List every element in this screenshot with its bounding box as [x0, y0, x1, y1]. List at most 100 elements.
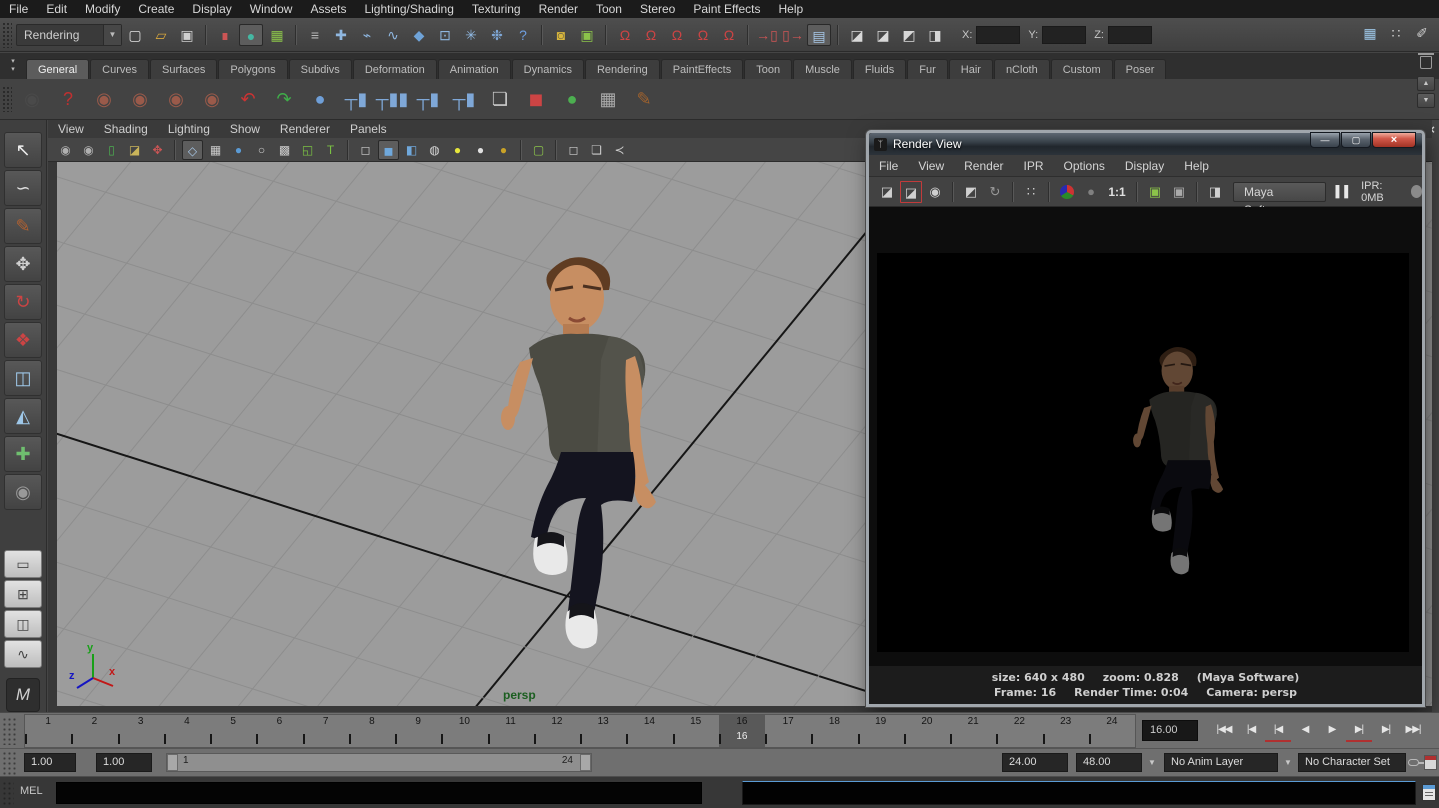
single-pane-layout-button[interactable]: ▭	[4, 550, 42, 578]
command-language-label[interactable]: MEL	[20, 785, 43, 797]
x-coord-field[interactable]	[976, 26, 1020, 44]
renderer-selector[interactable]: Maya Software	[1233, 182, 1326, 202]
frame-cell-24[interactable]: 24	[1089, 715, 1135, 747]
alpha-channel-icon[interactable]: ●	[1080, 181, 1102, 203]
viewport-menu-shading[interactable]: Shading	[94, 120, 158, 138]
resolution-gate-icon[interactable]: ●	[228, 140, 249, 160]
camera-orbit-icon[interactable]: ◉	[87, 83, 121, 116]
rotate-tool[interactable]: ↻	[4, 284, 42, 320]
shelf-tab-animation[interactable]: Animation	[438, 59, 511, 79]
keep-image-icon[interactable]: ▣	[1144, 181, 1166, 203]
ipr-render-icon[interactable]: ◩	[897, 24, 921, 46]
set-key-icon[interactable]	[1408, 759, 1419, 766]
animation-start-field[interactable]: 1.00	[24, 753, 76, 772]
step-back-frame-button[interactable]: |◀	[1238, 718, 1264, 742]
gate-mask-icon[interactable]: ○	[251, 140, 272, 160]
shelf-tab-poser[interactable]: Poser	[1114, 59, 1167, 79]
open-render-settings-icon[interactable]: ◨	[1204, 181, 1226, 203]
character-set-field[interactable]: No Character Set	[1298, 753, 1406, 772]
step-back-key-button[interactable]: |◀	[1265, 718, 1291, 742]
command-grip-handle[interactable]	[2, 781, 14, 805]
render-current-frame-icon[interactable]: ◪	[871, 24, 895, 46]
maya-logo-button[interactable]: M	[6, 678, 40, 712]
minimize-button[interactable]: —	[1310, 132, 1340, 148]
y-coord-field[interactable]	[1042, 26, 1086, 44]
highlight-selection-icon[interactable]: ▣	[575, 24, 599, 46]
new-scene-icon[interactable]: ▢	[123, 24, 147, 46]
snap-magnet-curve-icon[interactable]: Ω	[639, 24, 663, 46]
all-lights-icon[interactable]: ●	[493, 140, 514, 160]
frame-cell-10[interactable]: 10	[441, 715, 487, 747]
onion-skin-icon[interactable]: ❏	[586, 140, 607, 160]
frame-ruler[interactable]: 1234567891011121314151616171819202122232…	[24, 714, 1136, 748]
snap-to-point-icon[interactable]: ⌁	[355, 24, 379, 46]
film-gate-icon[interactable]: ▦	[205, 140, 226, 160]
frame-cell-12[interactable]: 12	[534, 715, 580, 747]
construction-history-icon[interactable]: ▤	[807, 24, 831, 46]
frame-cell-23[interactable]: 23	[1043, 715, 1089, 747]
frame-cell-16[interactable]: 1616	[719, 715, 765, 747]
menu-display[interactable]: Display	[183, 0, 240, 18]
textured-display-icon[interactable]: ◍	[424, 140, 445, 160]
camera-zoom-icon[interactable]: ◉	[195, 83, 229, 116]
menu-file[interactable]: File	[0, 0, 37, 18]
render-view-menu-view[interactable]: View	[908, 155, 954, 176]
flat-lighting-icon[interactable]: ●	[470, 140, 491, 160]
default-lighting-icon[interactable]: ●	[447, 140, 468, 160]
select-object-mask-icon[interactable]: ●	[239, 24, 263, 46]
soft-select-icon[interactable]: ❉	[485, 24, 509, 46]
help-line-icon[interactable]: ?	[511, 24, 535, 46]
animation-end-field[interactable]: 48.00	[1076, 753, 1142, 772]
menu-stereo[interactable]: Stereo	[631, 0, 684, 18]
show-manipulator-tool[interactable]: ✚	[4, 436, 42, 472]
z-coord-field[interactable]	[1108, 26, 1152, 44]
menu-assets[interactable]: Assets	[301, 0, 355, 18]
step-forward-frame-button[interactable]: ▶|	[1373, 718, 1399, 742]
frame-cell-21[interactable]: 21	[950, 715, 996, 747]
attribute-spreadsheet-icon[interactable]: ▦	[1358, 22, 1382, 44]
smooth-shade-icon[interactable]: ◼	[378, 140, 399, 160]
frame-cell-14[interactable]: 14	[626, 715, 672, 747]
safe-action-icon[interactable]: ◱	[297, 140, 318, 160]
hypergraph-persp-layout-button[interactable]: ∿	[4, 640, 42, 668]
menu-render[interactable]: Render	[530, 0, 587, 18]
inputs-to-selected-icon[interactable]: →▯	[755, 24, 779, 46]
frame-cell-19[interactable]: 19	[858, 715, 904, 747]
shelf-tab-rendering[interactable]: Rendering	[585, 59, 660, 79]
range-start-handle[interactable]	[167, 754, 178, 771]
frame-cell-6[interactable]: 6	[256, 715, 302, 747]
undo-icon[interactable]: ↶	[231, 83, 265, 116]
snap-to-grid-icon[interactable]: ✚	[329, 24, 353, 46]
outliner-persp-layout-button[interactable]: ◫	[4, 610, 42, 638]
pause-ipr-button[interactable]: ▌▌	[1336, 186, 1354, 198]
outputs-from-selected-icon[interactable]: ▯→	[781, 24, 805, 46]
anim-layer-field[interactable]: No Anim Layer	[1164, 753, 1278, 772]
render-region-icon[interactable]: ∷	[1020, 181, 1042, 203]
redo-previous-render-icon[interactable]: ◪	[876, 181, 898, 203]
chevron-down-icon[interactable]: ▼	[1148, 758, 1156, 767]
shelf-tab-fur[interactable]: Fur	[907, 59, 948, 79]
grid-toggle-icon[interactable]: ◇	[182, 140, 203, 160]
create-set-icon[interactable]: ┬▮	[339, 83, 373, 116]
frame-cell-13[interactable]: 13	[580, 715, 626, 747]
shelf-tab-hair[interactable]: Hair	[949, 59, 993, 79]
ipr-render-icon[interactable]: ◩	[960, 181, 982, 203]
select-component-mask-icon[interactable]: ▦	[265, 24, 289, 46]
go-to-start-button[interactable]: |◀◀	[1211, 718, 1237, 742]
snap-magnet-grid-icon[interactable]: Ω	[613, 24, 637, 46]
frame-cell-15[interactable]: 15	[673, 715, 719, 747]
tool-settings-toggle-icon[interactable]: ∷	[1384, 22, 1408, 44]
current-time-field[interactable]: 16.00	[1142, 720, 1198, 741]
frame-cell-9[interactable]: 9	[395, 715, 441, 747]
group-objects-icon[interactable]: ●	[555, 83, 589, 116]
open-render-view-icon[interactable]: ◪	[845, 24, 869, 46]
menu-help[interactable]: Help	[770, 0, 813, 18]
wireframe-display-icon[interactable]: ◻	[355, 140, 376, 160]
script-editor-icon[interactable]	[1422, 784, 1436, 801]
auto-keyframe-icon[interactable]	[1424, 755, 1437, 770]
toolbar-grip-handle[interactable]	[2, 22, 12, 48]
maximize-button[interactable]: ▢	[1341, 132, 1371, 148]
create-node-icon[interactable]: ┬▮	[447, 83, 481, 116]
shelf-tab-curves[interactable]: Curves	[90, 59, 149, 79]
range-slider[interactable]: 1 24	[166, 753, 592, 772]
